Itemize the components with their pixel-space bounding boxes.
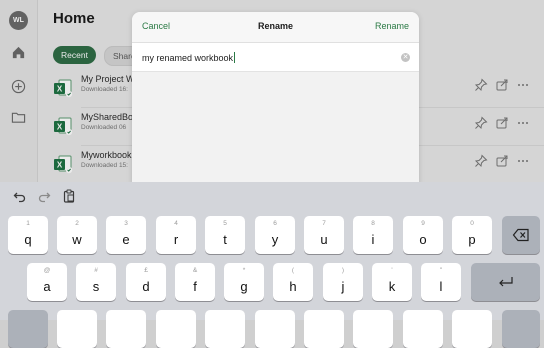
key-alt-char: 9	[421, 220, 425, 227]
key-s[interactable]: # s	[76, 263, 116, 301]
key-char: a	[43, 279, 51, 294]
undo-icon[interactable]	[13, 189, 27, 203]
key-t[interactable]: 5t	[205, 216, 245, 254]
key-char: i	[371, 232, 375, 247]
key-char: h	[289, 279, 297, 294]
key-w[interactable]: 2w	[57, 216, 97, 254]
clear-text-icon[interactable]: ✕	[401, 53, 410, 62]
key-char: d	[142, 279, 150, 294]
rename-button[interactable]: Rename	[375, 21, 409, 31]
key-comma[interactable]	[403, 310, 443, 348]
key-char: w	[72, 232, 82, 247]
key-p[interactable]: 0p	[452, 216, 492, 254]
key-char: e	[122, 232, 130, 247]
key-char: k	[388, 279, 396, 294]
rename-input-value: my renamed workbook	[142, 52, 236, 63]
key-alt-char: 8	[371, 220, 375, 227]
key-alt-char: 3	[124, 220, 128, 227]
key-char: f	[193, 279, 197, 294]
key-char: s	[92, 279, 100, 294]
key-j[interactable]: ) j	[323, 263, 363, 301]
dialog-header: Cancel Rename Rename	[132, 12, 419, 43]
key-u[interactable]: 7u	[304, 216, 344, 254]
key-m[interactable]	[353, 310, 393, 348]
backspace-icon	[502, 228, 540, 242]
key-alt-char: 1	[26, 220, 30, 227]
redo-icon[interactable]	[37, 189, 51, 203]
key-x[interactable]	[106, 310, 146, 348]
key-i[interactable]: 8i	[353, 216, 393, 254]
key-e[interactable]: 3e	[106, 216, 146, 254]
key-alt-char: 6	[273, 220, 277, 227]
key-y[interactable]: 6y	[255, 216, 295, 254]
key-a[interactable]: @ a	[27, 263, 67, 301]
key-f[interactable]: & f	[175, 263, 215, 301]
rename-input[interactable]: my renamed workbook ✕	[132, 43, 419, 72]
key-char: p	[468, 232, 476, 247]
key-char: g	[240, 279, 248, 294]
text-caret	[234, 52, 236, 63]
key-z[interactable]	[57, 310, 97, 348]
key-l[interactable]: " l	[421, 263, 461, 301]
key-char: u	[320, 232, 328, 247]
key-alt-char: 0	[470, 220, 474, 227]
key-alt-char: 2	[75, 220, 79, 227]
key-alt-char: @	[43, 267, 51, 274]
key-r[interactable]: 4r	[156, 216, 196, 254]
return-key[interactable]	[471, 263, 540, 301]
key-b[interactable]	[255, 310, 295, 348]
key-char: o	[419, 232, 427, 247]
key-char: r	[173, 232, 179, 247]
key-d[interactable]: £ d	[126, 263, 166, 301]
key-alt-char: *	[242, 267, 246, 274]
rename-dialog: Cancel Rename Rename my renamed workbook…	[132, 12, 419, 184]
delete-key[interactable]	[502, 216, 540, 254]
key-period[interactable]	[452, 310, 492, 348]
key-alt-char: '	[391, 267, 393, 274]
key-char: y	[271, 232, 279, 247]
key-alt-char: 4	[174, 220, 178, 227]
return-icon	[471, 275, 540, 289]
key-char: j	[341, 279, 345, 294]
key-q[interactable]: 1q	[8, 216, 48, 254]
key-h[interactable]: (h	[273, 263, 313, 301]
key-char: l	[439, 279, 443, 294]
key-o[interactable]: 9o	[403, 216, 443, 254]
key-char: t	[223, 232, 227, 247]
key-n[interactable]	[304, 310, 344, 348]
key-g[interactable]: * g	[224, 263, 264, 301]
key-alt-char: 5	[223, 220, 227, 227]
key-alt-char: "	[439, 267, 443, 274]
shift-key[interactable]	[8, 310, 48, 348]
key-alt-char: £	[144, 267, 148, 274]
key-k[interactable]: ' k	[372, 263, 412, 301]
key-v[interactable]	[205, 310, 245, 348]
key-c[interactable]	[156, 310, 196, 348]
on-screen-keyboard: 1q 2w 3e 4r 5t 6y 7u 8i 9o 0p @ a # s £ d &…	[0, 182, 544, 348]
key-alt-char: )	[341, 267, 345, 274]
key-alt-char: 7	[322, 220, 326, 227]
key-alt-char: &	[192, 267, 198, 274]
keyboard-toolbar	[0, 182, 544, 210]
key-alt-char: #	[94, 267, 98, 274]
key-char: q	[24, 232, 32, 247]
paste-icon[interactable]	[62, 189, 76, 203]
shift-key-right[interactable]	[502, 310, 540, 348]
key-alt-char: (	[291, 267, 295, 274]
